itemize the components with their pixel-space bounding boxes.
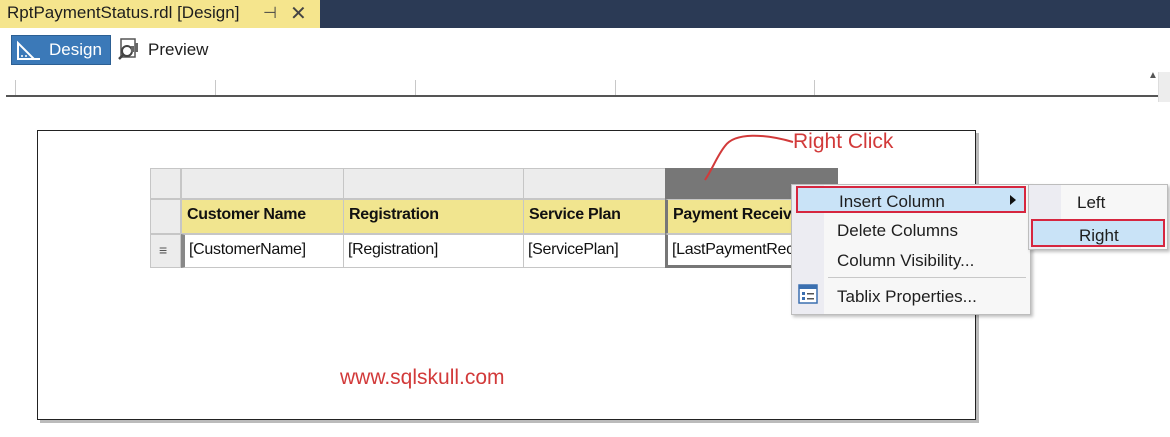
menu-item-tablix-properties[interactable]: Tablix Properties... <box>796 283 1026 310</box>
column-handle[interactable] <box>181 168 344 199</box>
column-handle[interactable] <box>523 168 666 199</box>
submenu-item-label: Left <box>1077 193 1106 212</box>
preview-button[interactable]: Preview <box>115 35 225 65</box>
preview-button-label: Preview <box>148 40 209 59</box>
tab-title: RptPaymentStatus.rdl [Design] <box>7 3 240 22</box>
document-tab[interactable]: RptPaymentStatus.rdl [Design] ⊣ ✕ <box>0 0 320 28</box>
menu-item-column-visibility[interactable]: Column Visibility... <box>796 247 1026 274</box>
header-cell[interactable]: Registration <box>343 199 524 234</box>
ruler-segment <box>415 80 616 95</box>
scroll-up-icon[interactable]: ▲ <box>1148 70 1158 81</box>
design-icon <box>16 39 42 66</box>
row-handle[interactable] <box>150 199 181 234</box>
submenu-item-label: Right <box>1079 226 1119 245</box>
tablix-properties-icon <box>798 284 818 309</box>
ruler-segment <box>615 80 815 95</box>
annotation-text: Right Click <box>793 130 894 153</box>
menu-item-label: Insert Column <box>839 192 945 211</box>
vertical-scrollbar[interactable] <box>1158 72 1170 102</box>
menu-item-label: Column Visibility... <box>837 251 975 270</box>
watermark: www.sqlskull.com <box>340 366 505 389</box>
submenu-item-right[interactable]: Right <box>1031 219 1165 247</box>
menu-item-label: Tablix Properties... <box>837 287 977 306</box>
menu-item-insert-column[interactable]: Insert Column <box>796 186 1026 213</box>
tablix-corner-handle[interactable] <box>150 168 181 199</box>
menu-item-delete-columns[interactable]: Delete Columns <box>796 217 1026 244</box>
menu-item-label: Delete Columns <box>837 221 958 240</box>
insert-column-submenu: Left Right <box>1028 184 1168 250</box>
ruler-baseline <box>6 95 1161 97</box>
context-menu: Insert Column Delete Columns Column Visi… <box>791 184 1031 315</box>
submenu-arrow-icon <box>1010 195 1016 205</box>
submenu-item-left[interactable]: Left <box>1031 188 1165 216</box>
design-button[interactable]: Design <box>11 35 111 65</box>
annotation-arrow <box>704 134 794 181</box>
data-cell[interactable]: [CustomerName] <box>181 234 344 268</box>
ruler-segment <box>215 80 416 95</box>
design-button-label: Design <box>49 40 102 59</box>
document-tab-strip: RptPaymentStatus.rdl [Design] ⊣ ✕ <box>0 0 1170 28</box>
menu-separator <box>828 277 1026 278</box>
details-row-icon: ≡ <box>159 242 168 258</box>
preview-icon <box>117 37 143 66</box>
header-cell[interactable]: Service Plan <box>523 199 666 234</box>
data-cell[interactable]: [ServicePlan] <box>523 234 666 268</box>
ruler-segment <box>15 80 216 95</box>
close-icon[interactable]: ✕ <box>290 1 307 26</box>
header-cell[interactable]: Customer Name <box>181 199 344 234</box>
pin-icon[interactable]: ⊣ <box>263 3 277 23</box>
data-cell[interactable]: [Registration] <box>343 234 524 268</box>
column-handle[interactable] <box>343 168 524 199</box>
